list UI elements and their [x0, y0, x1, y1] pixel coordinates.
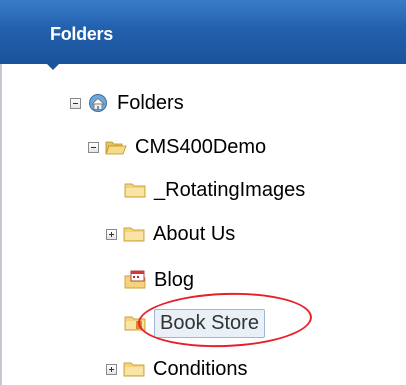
folder-icon — [123, 227, 145, 242]
collapse-icon[interactable] — [70, 97, 81, 109]
tree-node-cms400demo[interactable]: CMS400Demo — [88, 127, 266, 167]
expand-icon[interactable] — [106, 363, 117, 375]
tree-node-about-us[interactable]: About Us — [106, 214, 235, 254]
tree-node-conditions[interactable]: Conditions — [106, 349, 248, 385]
collapse-icon[interactable] — [88, 141, 99, 153]
folders-panel: Folders Folders CMS400Demo _RotatingImag… — [0, 0, 406, 385]
open-folder-icon — [105, 141, 127, 155]
home-globe-icon — [89, 94, 107, 112]
header-pointer — [47, 64, 59, 70]
folder-icon — [124, 183, 146, 198]
tree-node-blog[interactable]: Blog — [124, 260, 194, 300]
panel-left-border — [0, 64, 2, 385]
tree-node-label: Conditions — [153, 357, 248, 380]
tree-node-label: Folders — [117, 91, 184, 114]
tree-node-label: CMS400Demo — [135, 135, 267, 158]
tree-node-folders[interactable]: Folders — [70, 83, 184, 123]
tree-node-label: About Us — [153, 222, 236, 245]
expand-icon[interactable] — [106, 228, 117, 240]
panel-header: Folders — [0, 0, 406, 64]
folder-icon — [123, 362, 145, 377]
tree-node-label: _RotatingImages — [154, 178, 306, 201]
tree-node-rotatingimages[interactable]: _RotatingImages — [124, 170, 305, 210]
blog-calendar-folder-icon — [124, 270, 146, 289]
tree-node-label: Blog — [154, 268, 195, 291]
panel-title: Folders — [50, 24, 113, 44]
